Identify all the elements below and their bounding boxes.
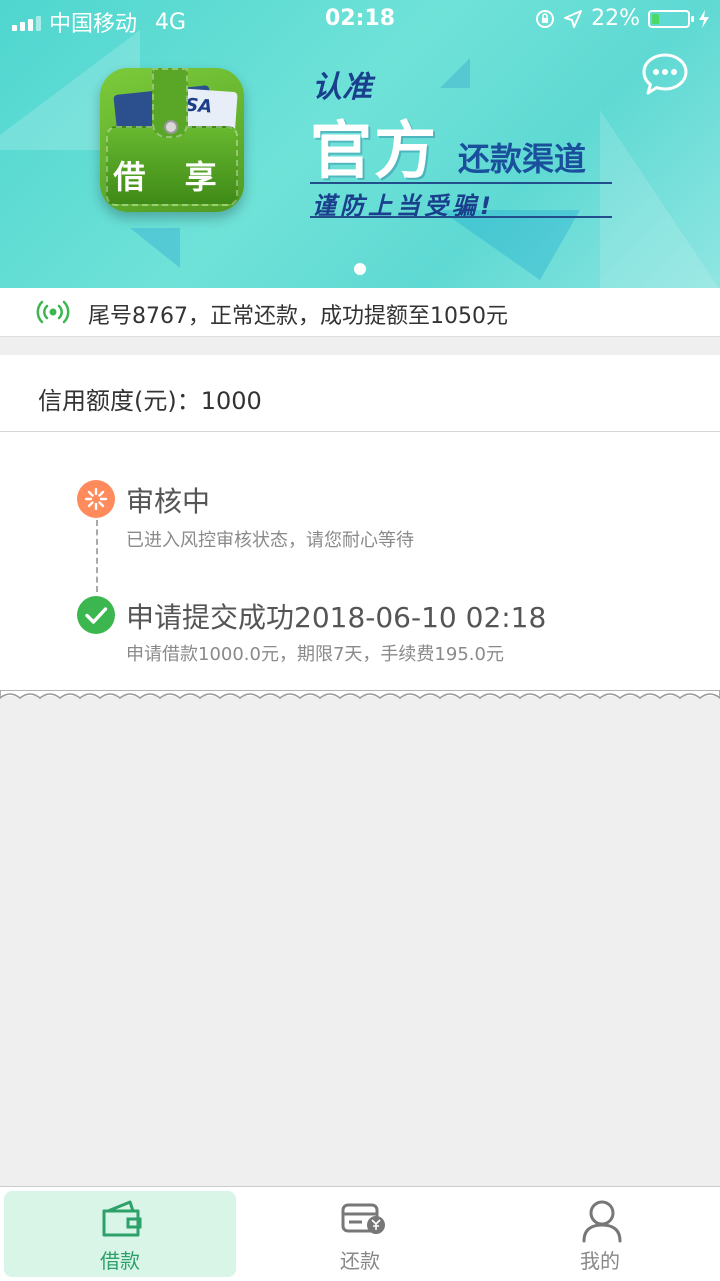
- location-icon: [564, 9, 583, 28]
- chat-bubble-icon[interactable]: [642, 53, 688, 95]
- wallet-icon: [102, 1200, 142, 1237]
- status-right: 22%: [535, 6, 710, 31]
- banner-decoration: [130, 228, 180, 268]
- step-title: 申请提交成功2018-06-10 02:18: [126, 601, 547, 634]
- repay-card-icon: [341, 1203, 385, 1234]
- tab-borrow[interactable]: 借款: [4, 1191, 236, 1277]
- snap-button-graphic: [164, 120, 178, 134]
- tab-label: 还款: [340, 1249, 380, 1273]
- pending-spinner-icon: [77, 480, 115, 518]
- slogan-big: 官方: [310, 114, 439, 187]
- tab-label: 借款: [100, 1249, 140, 1273]
- banner-decoration: [600, 110, 720, 288]
- loan-progress: 审核中 已进入风控审核状态，请您耐心等待 申请提交成功2018-06-10 02…: [0, 432, 720, 696]
- banner-decoration: [440, 58, 470, 88]
- credit-limit-row: 信用额度(元)：1000: [0, 355, 720, 432]
- rotation-lock-icon: [536, 9, 555, 28]
- user-icon: [582, 1200, 622, 1243]
- check-circle-icon: [77, 596, 115, 634]
- tab-label: 我的: [580, 1249, 620, 1273]
- status-bar: 中国移动 4G 02:18 22%: [0, 0, 720, 40]
- slogan-divider: [310, 216, 612, 218]
- notice-text: 尾号8767，正常还款，成功提额至1050元: [88, 304, 508, 329]
- slogan-tail: 还款渠道: [458, 140, 587, 178]
- step-subtitle: 已进入风控审核状态，请您耐心等待: [126, 530, 414, 551]
- charging-icon: [699, 9, 709, 28]
- step-title: 审核中: [126, 485, 211, 518]
- zigzag-divider: [0, 690, 720, 699]
- tab-bar: 借款 还款 我的: [0, 1186, 720, 1281]
- timeline-connector: [96, 520, 98, 592]
- credit-limit-label: 信用额度(元)：1000: [38, 387, 262, 415]
- notice-bar: 尾号8767，正常还款，成功提额至1050元: [0, 288, 720, 337]
- battery-icon: [648, 9, 694, 28]
- battery-percent: 22%: [591, 6, 640, 31]
- tab-repay[interactable]: 还款: [244, 1191, 476, 1277]
- promo-banner[interactable]: 中国移动 4G 02:18 22% ISA 借 享 认准 官方 还款渠道 谨防上…: [0, 0, 720, 288]
- step-subtitle: 申请借款1000.0元，期限7天，手续费195.0元: [126, 644, 504, 665]
- broadcast-icon: [36, 300, 70, 324]
- slogan-divider: [310, 182, 612, 184]
- tab-mine[interactable]: 我的: [484, 1191, 716, 1277]
- carousel-indicator[interactable]: [354, 263, 366, 275]
- app-logo: ISA 借 享: [100, 68, 244, 212]
- app-name: 借 享: [113, 158, 231, 196]
